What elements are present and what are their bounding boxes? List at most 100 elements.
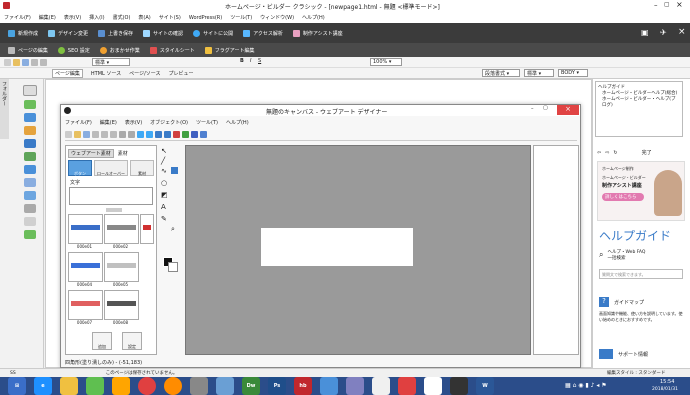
tab-preview[interactable]: プレビュー bbox=[169, 70, 194, 77]
menu-format[interactable]: 書式(O) bbox=[113, 14, 131, 21]
designer-menu-edit[interactable]: 編集(E) bbox=[100, 119, 117, 126]
menu-table[interactable]: 表(A) bbox=[138, 14, 150, 21]
tab-html-source[interactable]: HTML ソース bbox=[91, 70, 121, 77]
tab-page-source[interactable]: ページ/ソース bbox=[129, 70, 160, 77]
designer-menu-object[interactable]: オブジェクト(O) bbox=[150, 119, 188, 126]
menu-tools[interactable]: ツール(T) bbox=[230, 14, 252, 21]
word-icon[interactable]: W bbox=[476, 377, 494, 395]
form-icon[interactable] bbox=[24, 178, 36, 187]
fill-tool-icon[interactable]: ◩ bbox=[161, 191, 168, 199]
app-icon-3[interactable] bbox=[346, 377, 364, 395]
app-icon-7[interactable] bbox=[450, 377, 468, 395]
designer-open-icon[interactable] bbox=[74, 131, 81, 138]
menu-view[interactable]: 表示(V) bbox=[64, 14, 81, 21]
ad-banner[interactable]: ホームページ制作 ホームページ・ビルダー 制作アシスト講座 詳しくはこちら bbox=[597, 161, 685, 221]
bold-button[interactable]: B bbox=[240, 58, 244, 64]
menu-help[interactable]: ヘルプ(H) bbox=[302, 14, 325, 21]
designer-menu-view[interactable]: 表示(V) bbox=[125, 119, 142, 126]
template-thumb[interactable] bbox=[68, 214, 103, 244]
flag-art-button[interactable]: フラグアート編集 bbox=[204, 46, 255, 54]
site-check-button[interactable]: サイトの確認 bbox=[143, 29, 183, 37]
background-color[interactable] bbox=[168, 262, 178, 272]
app-icon-4[interactable] bbox=[372, 377, 390, 395]
pen-tool-icon[interactable]: ✎ bbox=[161, 215, 167, 223]
tab-page-edit[interactable]: ページ編集 bbox=[52, 68, 83, 78]
text-tool-icon[interactable] bbox=[23, 85, 37, 96]
designer-effect-icon[interactable] bbox=[182, 131, 189, 138]
designer-paste-icon[interactable] bbox=[110, 131, 117, 138]
save-small-icon[interactable] bbox=[22, 58, 29, 66]
designer-palette-icon[interactable] bbox=[173, 131, 180, 138]
line-tool-icon[interactable]: ╱ bbox=[161, 157, 165, 165]
person-icon[interactable] bbox=[24, 100, 36, 109]
chart-icon[interactable] bbox=[24, 165, 36, 174]
access-analysis-button[interactable]: アクセス解析 bbox=[243, 29, 283, 37]
list-icon[interactable] bbox=[24, 204, 36, 213]
select-tool-icon[interactable]: ↖ bbox=[161, 147, 167, 155]
layout-icon[interactable] bbox=[24, 191, 36, 200]
close-button[interactable]: × bbox=[676, 0, 683, 9]
tray-icons[interactable]: ▦ ⌂ ◉ ▮ ♪ ◂ ⚑ bbox=[565, 382, 607, 389]
designer-export-icon[interactable] bbox=[200, 131, 207, 138]
back-icon[interactable]: ⇦ bbox=[597, 150, 601, 156]
menu-window[interactable]: ウィンドウ(W) bbox=[260, 14, 294, 21]
design-change-button[interactable]: デザイン変更 bbox=[48, 29, 88, 37]
gallery-icon[interactable] bbox=[24, 230, 36, 239]
pin-icon[interactable]: ✈ bbox=[660, 28, 667, 37]
settings-icon[interactable]: ▣ bbox=[641, 28, 649, 37]
users-icon[interactable] bbox=[24, 113, 36, 122]
photoshop-icon[interactable]: Ps bbox=[268, 377, 286, 395]
template-thumb[interactable] bbox=[140, 214, 154, 244]
template-thumb[interactable] bbox=[104, 290, 139, 320]
restore-button[interactable]: ▢ bbox=[664, 1, 670, 8]
image-icon[interactable] bbox=[24, 152, 36, 161]
designer-layout-icon[interactable] bbox=[137, 131, 144, 138]
undo-icon[interactable] bbox=[31, 58, 38, 66]
ie-icon[interactable]: e bbox=[34, 377, 52, 395]
forward-icon[interactable]: ⇨ bbox=[605, 150, 609, 156]
seo-button[interactable]: SEO 設定 bbox=[57, 46, 90, 54]
template-thumb[interactable] bbox=[68, 290, 103, 320]
media-icon[interactable] bbox=[112, 377, 130, 395]
start-button[interactable]: ⊞ bbox=[8, 377, 26, 395]
help-search-input[interactable]: 質問文で検索できます。 bbox=[599, 269, 683, 279]
designer-menu-file[interactable]: ファイル(F) bbox=[65, 119, 92, 126]
designer-copy-icon[interactable] bbox=[101, 131, 108, 138]
explorer-icon[interactable] bbox=[60, 377, 78, 395]
template-thumb[interactable] bbox=[104, 252, 139, 282]
template-thumb[interactable] bbox=[104, 214, 139, 244]
zoom-tool-icon[interactable]: ⌕ bbox=[171, 225, 175, 234]
font-style-select[interactable]: 標準 ▾ bbox=[524, 69, 554, 77]
menu-insert[interactable]: 挿入(I) bbox=[89, 14, 104, 21]
ribbon-close-icon[interactable]: × bbox=[678, 27, 686, 37]
minimize-button[interactable]: – bbox=[654, 1, 658, 9]
refresh-icon[interactable]: ↻ bbox=[613, 150, 617, 156]
save-button[interactable]: 上書き保存 bbox=[98, 29, 133, 37]
app-icon-5[interactable] bbox=[398, 377, 416, 395]
add-button[interactable]: 追加 bbox=[92, 332, 112, 350]
done-label[interactable]: 完了 bbox=[642, 149, 652, 156]
rect-tool-icon[interactable] bbox=[171, 167, 178, 174]
category-button-buttons[interactable]: ボタン bbox=[68, 160, 92, 176]
designer-cut-icon[interactable] bbox=[92, 131, 99, 138]
chrome-icon[interactable] bbox=[138, 377, 156, 395]
auto-task-button[interactable]: おまかせ作業 bbox=[99, 46, 140, 54]
category-button-materials[interactable]: 素材 bbox=[130, 160, 154, 176]
canvas-area[interactable] bbox=[185, 145, 531, 355]
menu-wordpress[interactable]: WordPress(R) bbox=[189, 15, 222, 21]
text-input[interactable] bbox=[69, 187, 153, 205]
settings-button[interactable]: 設定 bbox=[122, 332, 142, 350]
ellipse-tool-icon[interactable]: ○ bbox=[161, 179, 167, 187]
new-icon[interactable] bbox=[4, 58, 11, 66]
category-button-rollover[interactable]: ロールオーバー bbox=[94, 160, 128, 176]
italic-button[interactable]: I bbox=[250, 58, 251, 64]
menu-edit[interactable]: 編集(E) bbox=[39, 14, 56, 21]
publish-button[interactable]: サイトに公開 bbox=[193, 29, 233, 37]
firefox-icon[interactable] bbox=[164, 377, 182, 395]
support-info-link[interactable]: サポート情報 bbox=[599, 349, 648, 359]
help-faq-link[interactable]: ⌕ ヘルプ・Web FAQ 一括検索 bbox=[599, 249, 645, 261]
stylesheet-button[interactable]: スタイルシート bbox=[149, 46, 195, 54]
store-icon[interactable] bbox=[86, 377, 104, 395]
table-icon[interactable] bbox=[24, 139, 36, 148]
new-page-button[interactable]: 新規作成 bbox=[8, 29, 38, 37]
